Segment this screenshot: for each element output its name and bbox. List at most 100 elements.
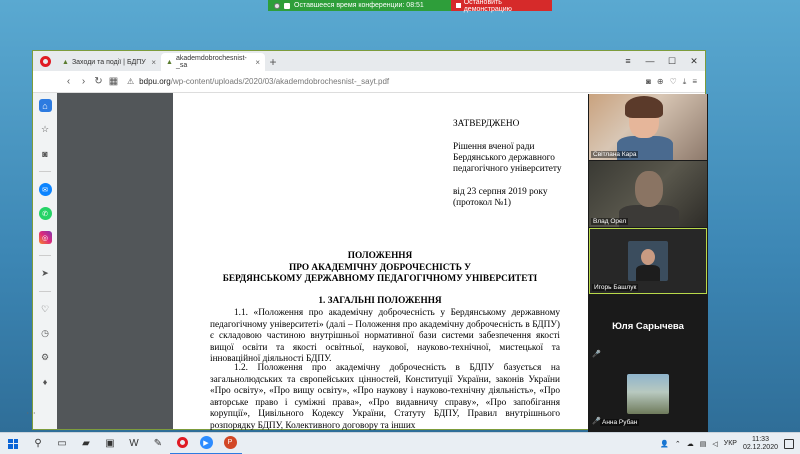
home-icon[interactable]: ⌂ (38, 99, 52, 112)
site-info-icon[interactable]: ⚠ (127, 77, 134, 86)
sidebar-divider (39, 291, 51, 292)
site-favicon-icon: ▲ (166, 58, 173, 66)
close-tab-icon[interactable]: × (151, 58, 156, 67)
file-explorer-icon[interactable]: ▰ (74, 433, 98, 454)
taskbar: ⚲ ▭ ▰ ▣ W ✎ ▶ P 👤 ⌃ ☁ ▤ ◁ УКР 11:33 02.1… (0, 432, 800, 454)
start-button[interactable] (0, 438, 26, 449)
address-bar: ‹ › ↻ ▦ ⚠ bdpu.org/wp-content/uploads/20… (33, 71, 705, 93)
new-tab-button[interactable]: + (265, 53, 281, 71)
star-icon[interactable]: ☆ (39, 123, 52, 136)
approval-body: Рішення вченої ради Бердянського державн… (453, 142, 562, 174)
people-icon[interactable]: 👤 (660, 440, 669, 448)
sidebar-divider (39, 255, 51, 256)
participant-name-large: Юля Сарычева (612, 321, 684, 332)
clock-date: 02.12.2020 (742, 443, 778, 451)
participant-panel: Світлана Кара Влад Орел Игорь Башлук Юля… (588, 94, 708, 432)
speed-dial-icon[interactable]: ▦ (106, 76, 121, 87)
camera-icon[interactable]: ◙ (39, 147, 52, 160)
url-path: /wp-content/uploads/2020/03/akademdobroc… (170, 77, 390, 86)
approval-date: від 23 серпня 2019 року (протокол №1) (453, 187, 548, 208)
participant-tile[interactable]: 🎤 Анна Рубан (589, 362, 707, 428)
url-field[interactable]: ⚠ bdpu.org/wp-content/uploads/2020/03/ak… (127, 77, 389, 86)
zoom-taskbar-button[interactable]: ▶ (194, 433, 218, 454)
whatsapp-icon[interactable]: ✆ (38, 207, 52, 220)
send-icon[interactable]: ➤ (39, 267, 52, 280)
maximize-button[interactable]: ☐ (661, 51, 683, 71)
heart-icon[interactable]: ♡ (39, 303, 52, 316)
muted-mic-icon: 🎤 (592, 351, 601, 358)
reload-button[interactable]: ↻ (91, 76, 106, 87)
screen-icon (284, 2, 290, 9)
url-host: bdpu.org (139, 77, 171, 86)
tab-events[interactable]: ▲ Заходи та події | БДПУ × (57, 53, 161, 71)
participant-name: Анна Рубан (600, 419, 640, 426)
browser-sidebar: ⌂ ☆ ◙ ✉ ✆ ◎ ➤ ♡ ◷ ⚙ ♦ (33, 93, 57, 429)
stop-icon (456, 3, 461, 8)
site-favicon-icon: ▲ (62, 58, 69, 66)
stop-sharing-label: Остановить демонстрацию (463, 0, 512, 13)
zoom-icon[interactable]: ⊕ (657, 77, 664, 87)
search-icon[interactable]: ⚲ (26, 433, 50, 454)
tab-pdf[interactable]: ▲ akademdobrochesnist-_sa × (161, 53, 265, 71)
stop-sharing-button[interactable]: Остановить демонстрацию (451, 0, 552, 13)
participant-tile[interactable]: Игорь Башлук (589, 228, 707, 294)
window-list-icon[interactable]: ≡ (617, 51, 639, 71)
opera-menu-button[interactable] (33, 51, 57, 71)
clock[interactable]: 11:33 02.12.2020 (743, 436, 778, 452)
sidebar-more-icon[interactable]: ⋯ (24, 408, 38, 419)
instagram-icon[interactable]: ◎ (38, 231, 52, 244)
tab-bar: ▲ Заходи та події | БДПУ × ▲ akademdobro… (33, 51, 705, 71)
sidebar-divider (39, 171, 51, 172)
notification-center-icon[interactable] (784, 438, 794, 449)
store-icon[interactable]: ▣ (98, 433, 122, 454)
opera-icon (176, 437, 188, 448)
document-title: ПОЛОЖЕННЯ ПРО АКАДЕМІЧНУ ДОБРОЧЕСНІСТЬ У… (173, 251, 587, 286)
participant-tile[interactable]: Світлана Кара (589, 94, 707, 160)
onedrive-icon[interactable]: ☁ (687, 440, 694, 448)
forward-button[interactable]: › (76, 76, 91, 87)
title-line: ПРО АКАДЕМІЧНУ ДОБРОЧЕСНІСТЬ У (289, 262, 471, 273)
conference-timer-label: Оставшееся время конференции: 08:51 (294, 2, 424, 9)
participant-tile[interactable]: Влад Орел (589, 161, 707, 227)
download-icon[interactable]: ⤓ (683, 77, 687, 87)
title-line: БЕРДЯНСЬКОМУ ДЕРЖАВНОМУ ПЕДАГОГІЧНОМУ УН… (222, 274, 538, 284)
easy-setup-icon[interactable]: ≡ (692, 77, 697, 87)
zoom-icon: ▶ (199, 436, 213, 449)
bookmark-heart-icon[interactable]: ♡ (670, 77, 677, 87)
paragraph: 1.1. «Положення про академічну доброчесн… (210, 308, 560, 364)
tray-expand-icon[interactable]: ⌃ (675, 440, 681, 448)
windows-logo-icon (8, 438, 18, 449)
network-icon[interactable]: ▤ (700, 440, 707, 448)
settings-icon[interactable]: ⚙ (39, 351, 52, 364)
tab-label: akademdobrochesnist-_sa (175, 55, 247, 69)
participant-video (625, 96, 663, 118)
participant-avatar-body (636, 265, 660, 281)
volume-icon[interactable]: ◁ (712, 440, 717, 448)
opera-taskbar-button[interactable] (170, 433, 194, 454)
task-view-icon[interactable]: ▭ (50, 433, 74, 454)
back-button[interactable]: ‹ (61, 76, 76, 87)
participant-avatar (628, 241, 668, 281)
pdf-viewer[interactable]: ЗАТВЕРДЖЕНО Рішення вченої ради Бердянсь… (57, 93, 587, 431)
participant-tile[interactable]: Юля Сарычева 🎤 (589, 295, 707, 361)
word-icon[interactable]: W (122, 433, 146, 454)
title-line: ПОЛОЖЕННЯ (347, 251, 413, 261)
messenger-icon[interactable]: ✉ (38, 183, 52, 196)
conference-timer: Оставшееся время конференции: 08:51 (268, 0, 451, 11)
participant-avatar (627, 374, 669, 414)
paint-icon[interactable]: ✎ (146, 433, 170, 454)
pdf-page: ЗАТВЕРДЖЕНО Рішення вченої ради Бердянсь… (173, 93, 587, 431)
history-icon[interactable]: ◷ (39, 327, 52, 340)
participant-video (635, 171, 663, 207)
snapshot-icon[interactable]: ◙ (646, 77, 651, 87)
opera-logo-icon (39, 55, 51, 67)
language-indicator[interactable]: УКР (724, 440, 737, 447)
close-window-button[interactable]: ✕ (683, 51, 705, 71)
minimize-button[interactable]: — (639, 51, 661, 71)
powerpoint-taskbar-button[interactable]: P (218, 433, 242, 454)
close-tab-icon[interactable]: × (255, 58, 260, 67)
paragraph: 1.2. Положення про академічну доброчесні… (210, 363, 560, 431)
participant-name: Влад Орел (591, 218, 629, 225)
system-tray: 👤 ⌃ ☁ ▤ ◁ УКР 11:33 02.12.2020 (660, 436, 800, 452)
lightbulb-icon[interactable]: ♦ (39, 375, 52, 388)
